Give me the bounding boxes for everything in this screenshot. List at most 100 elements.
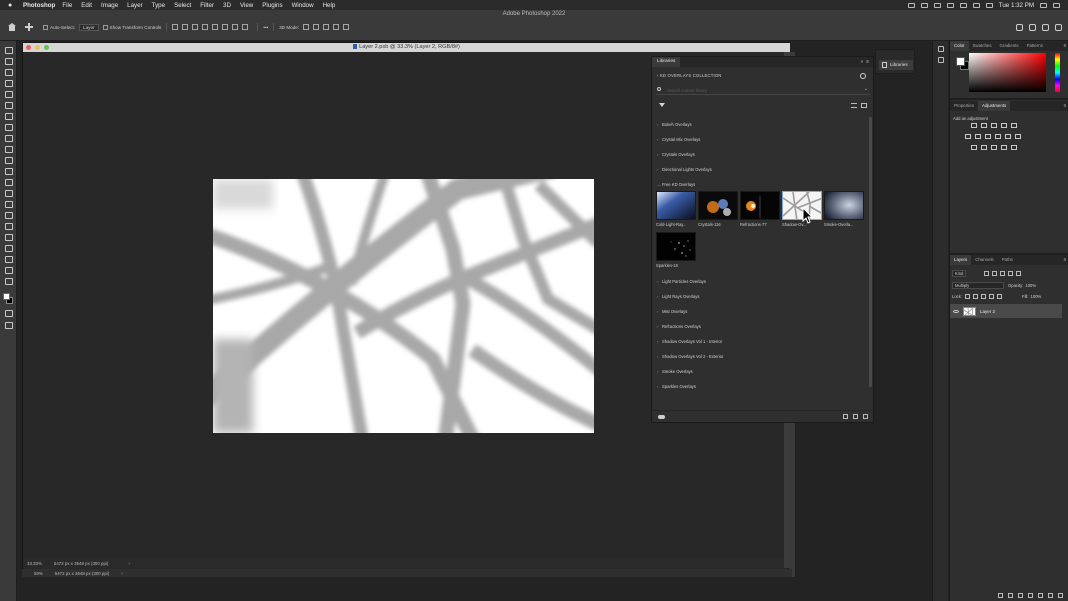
tab-channels[interactable]: Channels: [971, 255, 998, 265]
foreground-color-swatch[interactable]: [3, 293, 10, 300]
dodge-tool-icon[interactable]: [4, 200, 13, 208]
new-group-icon[interactable]: [1038, 593, 1043, 598]
brush-tool-icon[interactable]: [4, 134, 13, 142]
dropbox-icon[interactable]: [933, 2, 941, 8]
path-select-tool-icon[interactable]: [4, 233, 13, 241]
levels-icon[interactable]: [981, 123, 987, 128]
crop-tool-icon[interactable]: [4, 90, 13, 98]
link-layers-icon[interactable]: [998, 593, 1003, 598]
3d-slide-icon[interactable]: [333, 24, 340, 30]
zoom-window-button[interactable]: [44, 45, 49, 50]
category-light-rays-overlays[interactable]: › Light Rays Overlays: [657, 292, 699, 300]
align-middle-icon[interactable]: [212, 24, 219, 30]
libraries-scrollbar[interactable]: [869, 117, 872, 387]
comments-panel-icon[interactable]: [938, 57, 944, 63]
add-element-icon[interactable]: [853, 414, 858, 419]
smart-object-filter-icon[interactable]: [1016, 270, 1022, 276]
cloud-icon[interactable]: [920, 2, 928, 8]
lock-artboard-icon[interactable]: [989, 293, 995, 299]
healing-brush-tool-icon[interactable]: [4, 123, 13, 131]
status-menu-arrow-icon[interactable]: ›: [128, 561, 129, 566]
lock-image-icon[interactable]: [973, 293, 979, 299]
hue-saturation-icon[interactable]: [965, 134, 971, 139]
quick-select-tool-icon[interactable]: [4, 79, 13, 87]
eye-visibility-icon[interactable]: [953, 309, 959, 313]
category-light-particles-overlays[interactable]: › Light Particles Overlays: [657, 277, 706, 285]
screen-mode-icon[interactable]: [4, 321, 13, 329]
vibrance-icon[interactable]: [1011, 123, 1017, 128]
blur-tool-icon[interactable]: [4, 189, 13, 197]
exposure-icon[interactable]: [1001, 123, 1007, 128]
menu-edit[interactable]: Edit: [81, 2, 92, 9]
screen-record-icon[interactable]: [907, 2, 915, 8]
tab-layers[interactable]: Layers: [950, 255, 972, 265]
category-shadow-overlays-vol-2[interactable]: › Shadow Overlays Vol 2 - Exterior: [657, 352, 723, 360]
zoom-tool-icon[interactable]: [4, 266, 13, 274]
black-white-icon[interactable]: [985, 134, 991, 139]
menu-file[interactable]: File: [62, 2, 72, 9]
control-center-icon[interactable]: [985, 2, 993, 8]
align-right-icon[interactable]: [192, 24, 199, 30]
category-sparkles-overlays[interactable]: › Sparkles Overlays: [657, 382, 696, 390]
panel-menu-icon[interactable]: ≡: [1063, 255, 1066, 265]
layer-row-layer-2[interactable]: Layer 2: [950, 304, 1062, 318]
fill-value[interactable]: 100%: [1031, 294, 1042, 299]
category-refractions-overlays[interactable]: › Refractions Overlays: [657, 322, 701, 330]
search-scope-chevron-icon[interactable]: ⌄: [864, 86, 868, 92]
delete-layer-icon[interactable]: [1058, 593, 1063, 598]
tab-patterns[interactable]: Patterns: [1023, 41, 1047, 51]
lock-all-icon[interactable]: [997, 293, 1003, 299]
menu-view[interactable]: View: [240, 2, 253, 9]
menu-3d[interactable]: 3D: [223, 2, 231, 9]
lock-transparent-icon[interactable]: [965, 293, 971, 299]
library-search-input[interactable]: Search current library ⌄: [656, 86, 870, 95]
hue-slider[interactable]: [1055, 53, 1060, 92]
edit-toolbar-icon[interactable]: [4, 277, 13, 285]
category-directional-lights-overlays[interactable]: › Directional Lights Overlays: [657, 165, 712, 173]
quick-mask-icon[interactable]: [4, 309, 13, 317]
menu-select[interactable]: Select: [174, 2, 191, 9]
libraries-panel-button[interactable]: Libraries: [879, 60, 913, 70]
tab-color[interactable]: Color: [950, 41, 969, 51]
lock-position-icon[interactable]: [981, 293, 987, 299]
menu-plugins[interactable]: Plugins: [262, 2, 282, 9]
cloud-sync-icon[interactable]: [658, 415, 665, 419]
opacity-value[interactable]: 100%: [1025, 283, 1036, 288]
transform-controls-checkbox[interactable]: [102, 24, 108, 30]
gradient-map-icon[interactable]: [1001, 145, 1007, 150]
move-tool-icon[interactable]: [25, 23, 33, 31]
tab-swatches[interactable]: Swatches: [969, 41, 996, 51]
category-crystals-overlays[interactable]: › Crystals Overlays: [657, 150, 695, 158]
pixel-filter-icon[interactable]: [984, 270, 990, 276]
asset-smoke-overlay[interactable]: Smoke-Overla...: [824, 191, 864, 229]
new-adjustment-layer-icon[interactable]: [1028, 593, 1033, 598]
type-tool-icon[interactable]: [4, 222, 13, 230]
color-balance-icon[interactable]: [975, 134, 981, 139]
delete-icon[interactable]: [863, 414, 868, 419]
asset-sparkles-16[interactable]: Sparkles-16: [656, 232, 696, 270]
tab-adjustments[interactable]: Adjustments: [978, 101, 1011, 111]
selective-color-icon[interactable]: [1011, 145, 1017, 150]
menu-help[interactable]: Help: [323, 2, 336, 9]
menu-image[interactable]: Image: [101, 2, 118, 9]
photo-filter-icon[interactable]: [995, 134, 1001, 139]
3d-roll-icon[interactable]: [313, 24, 320, 30]
align-bottom-icon[interactable]: [222, 24, 229, 30]
workspace-icon[interactable]: [1042, 23, 1049, 31]
shape-filter-icon[interactable]: [1008, 270, 1014, 276]
tab-properties[interactable]: Properties: [950, 101, 978, 111]
curves-icon[interactable]: [991, 123, 997, 128]
canvas-image[interactable]: [213, 179, 594, 433]
eraser-tool-icon[interactable]: [4, 167, 13, 175]
menu-layer[interactable]: Layer: [127, 2, 142, 9]
list-view-icon[interactable]: [851, 103, 857, 108]
search-icon[interactable]: [1029, 23, 1036, 31]
invert-icon[interactable]: [971, 145, 977, 150]
menubar-clock[interactable]: Tue 1:32 PM: [999, 2, 1034, 9]
frame-tool-icon[interactable]: [4, 101, 13, 109]
document-title-bar[interactable]: Layer 2.psb @ 33.3% (Layer 2, RGB/8#): [23, 43, 790, 52]
color-picker-field[interactable]: [969, 53, 1046, 92]
auto-select-dropdown[interactable]: Layer: [79, 23, 99, 31]
lasso-tool-icon[interactable]: [4, 68, 13, 76]
panel-collapse-button[interactable]: » ≡: [861, 57, 869, 67]
